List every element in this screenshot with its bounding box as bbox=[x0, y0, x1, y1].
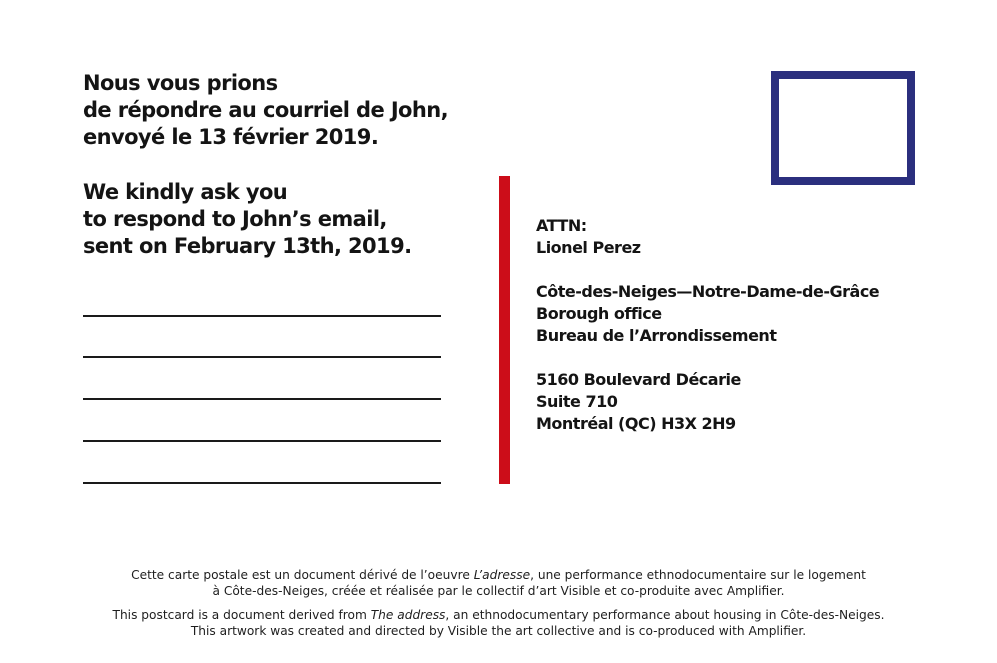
suite-number: Suite 710 bbox=[536, 392, 618, 411]
writing-line-4 bbox=[83, 440, 441, 442]
french-credits-line-1: Cette carte postale est un document déri… bbox=[131, 568, 866, 582]
writing-line-2 bbox=[83, 356, 441, 358]
office-name-french: Bureau de l’Arrondissement bbox=[536, 326, 777, 345]
writing-line-3 bbox=[83, 398, 441, 400]
english-request-message: We kindly ask you to respond to John’s e… bbox=[83, 179, 412, 260]
french-credits: Cette carte postale est un document déri… bbox=[0, 567, 997, 599]
artwork-title-french: L’adresse bbox=[473, 568, 531, 582]
street-address: 5160 Boulevard Décarie bbox=[536, 370, 741, 389]
english-message-line-2: to respond to John’s email, bbox=[83, 207, 387, 231]
writing-line-5 bbox=[83, 482, 441, 484]
stamp-placeholder bbox=[771, 71, 915, 185]
writing-line-1 bbox=[83, 315, 441, 317]
english-credits: This postcard is a document derived from… bbox=[0, 607, 997, 639]
office-name-english: Borough office bbox=[536, 304, 662, 323]
french-message-line-1: Nous vous prions bbox=[83, 71, 278, 95]
artwork-title-english: The address bbox=[370, 608, 446, 622]
english-credits-line-2: This artwork was created and directed by… bbox=[190, 624, 807, 638]
recipient-name: Lionel Perez bbox=[536, 238, 641, 257]
english-credits-line-1: This postcard is a document derived from… bbox=[112, 608, 885, 622]
city-postal-code: Montréal (QC) H3X 2H9 bbox=[536, 414, 736, 433]
borough-name: Côte-des-Neiges—Notre-Dame-de-Grâce bbox=[536, 282, 880, 301]
recipient-address: ATTN: Lionel Perez Côte-des-Neiges—Notre… bbox=[536, 215, 880, 435]
french-credits-line-2: à Côte-des-Neiges, créée et réalisée par… bbox=[212, 584, 785, 598]
postcard-divider bbox=[499, 176, 510, 484]
attn-label: ATTN: bbox=[536, 216, 587, 235]
english-message-line-1: We kindly ask you bbox=[83, 180, 288, 204]
french-request-message: Nous vous prions de répondre au courriel… bbox=[83, 70, 449, 151]
english-message-line-3: sent on February 13th, 2019. bbox=[83, 234, 412, 258]
french-message-line-3: envoyé le 13 février 2019. bbox=[83, 125, 379, 149]
french-message-line-2: de répondre au courriel de John, bbox=[83, 98, 449, 122]
